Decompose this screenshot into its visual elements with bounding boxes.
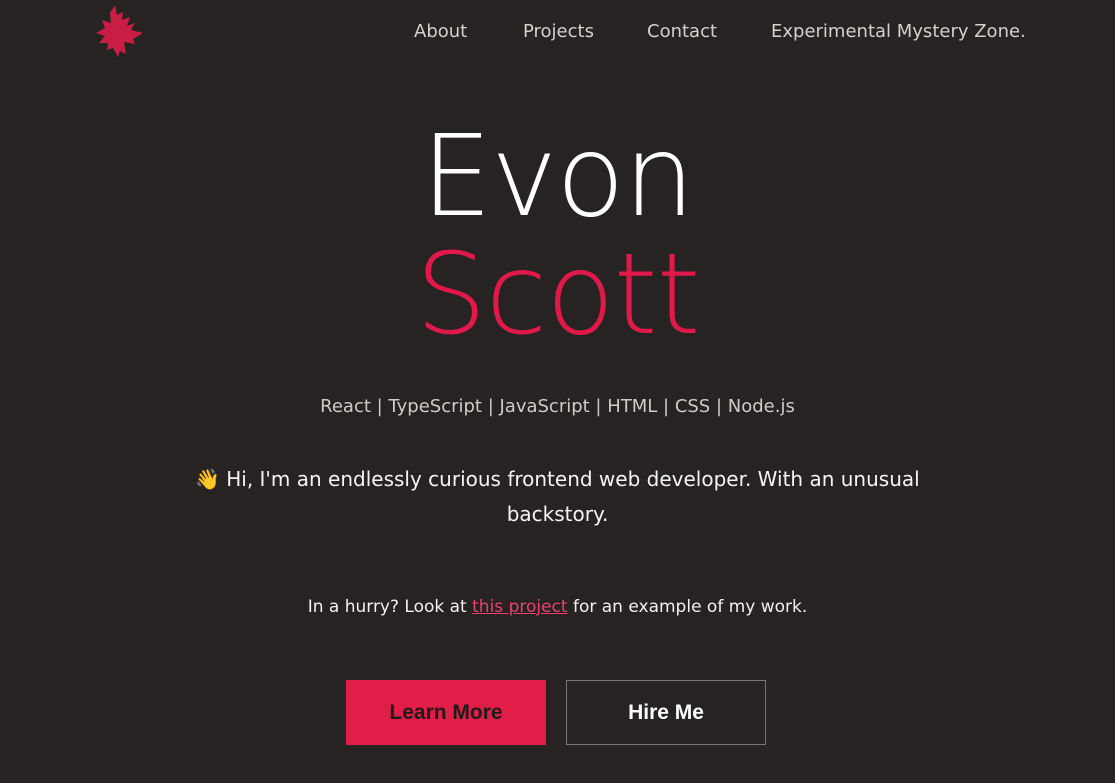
this-project-link[interactable]: this project — [472, 597, 567, 617]
hero-first-name: Evon — [421, 112, 695, 242]
intro-text: Hi, I'm an endlessly curious frontend we… — [226, 467, 920, 526]
waving-hand-icon: 👋 — [195, 467, 221, 491]
nav-link-about[interactable]: About — [414, 18, 467, 46]
intro-text-block: 👋 Hi, I'm an endlessly curious frontend w… — [190, 462, 925, 532]
skills-list: React | TypeScript | JavaScript | HTML |… — [320, 396, 795, 417]
hurry-line: In a hurry? Look at this project for an … — [0, 593, 1115, 621]
nav-link-experimental-mystery-zone[interactable]: Experimental Mystery Zone. — [771, 18, 1026, 46]
nav-link-contact[interactable]: Contact — [647, 18, 717, 46]
hurry-prefix: In a hurry? Look at — [307, 597, 473, 617]
hire-me-button[interactable]: Hire Me — [566, 680, 766, 745]
hurry-suffix: for an example of my work. — [567, 597, 808, 617]
main-nav: About Projects Contact Experimental Myst… — [0, 18, 1115, 46]
nav-link-projects[interactable]: Projects — [523, 18, 594, 46]
learn-more-button[interactable]: Learn More — [346, 680, 546, 745]
hero-last-name: Scott — [415, 230, 700, 360]
